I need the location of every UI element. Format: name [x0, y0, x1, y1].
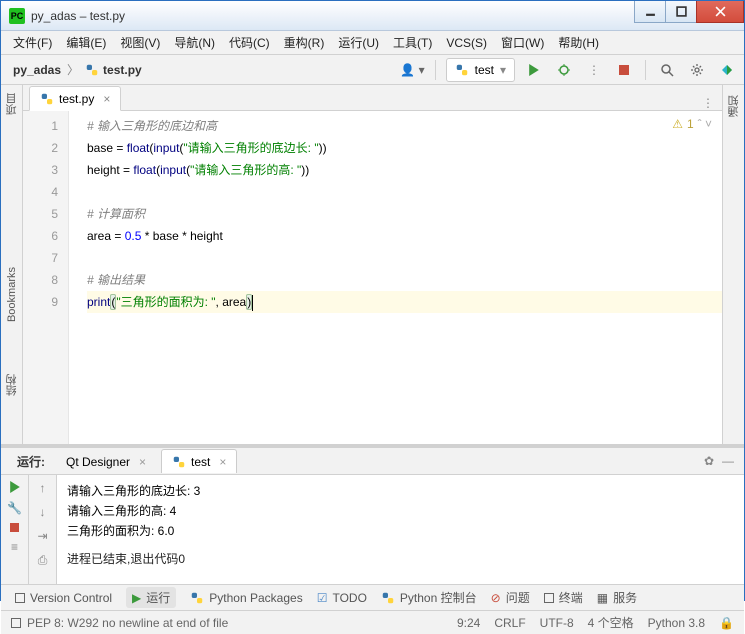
terminal-icon: [544, 593, 554, 603]
menu-nav[interactable]: 导航(N): [174, 34, 215, 51]
navigation-bar: py_adas 〉 test.py 👤 ▾ test ▾ ⋮: [1, 55, 744, 85]
close-button[interactable]: [696, 1, 744, 23]
stop-button[interactable]: [10, 523, 19, 532]
up-icon[interactable]: ↑: [40, 481, 46, 495]
plugin-icon[interactable]: [716, 59, 738, 81]
services-tab[interactable]: ▦服务: [597, 589, 637, 606]
window-title: py_adas – test.py: [31, 9, 635, 23]
breadcrumb-project[interactable]: py_adas: [13, 63, 61, 77]
run-button[interactable]: [523, 59, 545, 81]
console-line: 请输入三角形的底边长: 3: [67, 481, 734, 501]
main-panel: 项目 Bookmarks 结构 test.py × ⋮ 1▸23456789 ⚠…: [1, 85, 744, 444]
run-tab-qtdesigner[interactable]: Qt Designer×: [55, 449, 157, 473]
warning-icon: ⚠: [672, 117, 683, 131]
down-icon[interactable]: ↓: [40, 505, 46, 519]
interpreter[interactable]: Python 3.8: [648, 616, 705, 630]
left-sidebar: 项目 Bookmarks 结构: [1, 85, 23, 444]
bottom-toolbar: Version Control ▶运行 Python Packages ☑TOD…: [1, 584, 744, 610]
editor-tab-testpy[interactable]: test.py ×: [29, 86, 121, 111]
run-icon: ▶: [132, 591, 141, 605]
python-icon: [455, 63, 469, 77]
more-run-button[interactable]: ⋮: [583, 59, 605, 81]
status-bar: PEP 8: W292 no newline at end of file 9:…: [1, 610, 744, 634]
pypackages-tab[interactable]: Python Packages: [190, 591, 302, 605]
encoding[interactable]: UTF-8: [540, 616, 574, 630]
menu-refactor[interactable]: 重构(R): [284, 34, 325, 51]
close-icon[interactable]: ×: [139, 455, 146, 469]
terminal-tab[interactable]: 终端: [544, 589, 583, 606]
editor-tabs: test.py × ⋮: [23, 85, 722, 111]
tab-options-icon[interactable]: ⋮: [694, 96, 722, 110]
close-tab-icon[interactable]: ×: [103, 92, 110, 106]
rerun-button[interactable]: [9, 481, 21, 493]
console-line: 请输入三角形的高: 4: [67, 501, 734, 521]
python-file-icon: [85, 63, 99, 77]
menu-bar: 文件(F) 编辑(E) 视图(V) 导航(N) 代码(C) 重构(R) 运行(U…: [1, 31, 744, 55]
tools-button[interactable]: 🔧: [7, 501, 22, 515]
close-icon[interactable]: ×: [219, 455, 226, 469]
maximize-button[interactable]: [665, 1, 697, 23]
run-tool-window: 运行: Qt Designer× test× ✿ — 🔧 ≡ ↑ ↓ ⇥ ⎙ 请…: [1, 444, 744, 584]
app-icon: PC: [9, 8, 25, 24]
breadcrumb-file[interactable]: test.py: [85, 63, 142, 77]
inspection-badge[interactable]: ⚠1 ˆ ˅: [672, 117, 712, 131]
project-tool-button[interactable]: 项目: [4, 87, 20, 121]
problems-tab[interactable]: ⊘问题: [491, 589, 530, 606]
lock-icon[interactable]: 🔒: [719, 616, 734, 630]
python-icon: [190, 591, 204, 605]
stop-button[interactable]: [613, 59, 635, 81]
user-dropdown[interactable]: 👤 ▾: [400, 63, 424, 77]
pep-warning[interactable]: PEP 8: W292 no newline at end of file: [27, 616, 228, 630]
menu-file[interactable]: 文件(F): [13, 34, 52, 51]
vcs-icon: [15, 593, 25, 603]
text-caret: [252, 295, 253, 311]
minimize-button[interactable]: [634, 1, 666, 23]
python-icon: [381, 591, 395, 605]
pyconsole-tab[interactable]: Python 控制台: [381, 589, 477, 606]
settings-icon[interactable]: ✿: [704, 454, 714, 468]
menu-edit[interactable]: 编辑(E): [66, 34, 106, 51]
run-tab-button[interactable]: ▶运行: [126, 587, 176, 608]
menu-vcs[interactable]: VCS(S): [446, 36, 487, 50]
python-icon: [172, 455, 186, 469]
print-icon[interactable]: ⎙: [38, 553, 48, 568]
problems-icon: ⊘: [491, 591, 501, 605]
menu-run[interactable]: 运行(U): [338, 34, 379, 51]
menu-tools[interactable]: 工具(T): [393, 34, 432, 51]
layout-button[interactable]: ≡: [11, 540, 18, 554]
menu-help[interactable]: 帮助(H): [558, 34, 599, 51]
line-gutter: 1▸23456789: [23, 111, 69, 444]
run-label: 运行:: [11, 453, 51, 470]
toolwindow-toggle-icon[interactable]: [11, 618, 21, 628]
settings-icon[interactable]: [686, 59, 708, 81]
menu-code[interactable]: 代码(C): [229, 34, 270, 51]
breadcrumb-sep: 〉: [67, 61, 79, 78]
bookmarks-tool-button[interactable]: Bookmarks: [6, 261, 18, 328]
console-line: 三角形的面积为: 6.0: [67, 521, 734, 541]
vc-tab[interactable]: Version Control: [15, 591, 112, 605]
caret-position[interactable]: 9:24: [457, 616, 480, 630]
todo-icon: ☑: [317, 591, 328, 605]
code-editor[interactable]: 1▸23456789 ⚠1 ˆ ˅ # 输入三角形的底边和高 base = fl…: [23, 111, 722, 444]
indent[interactable]: 4 个空格: [588, 614, 634, 631]
hide-icon[interactable]: —: [722, 454, 734, 468]
notifications-tool-button[interactable]: 通知: [726, 89, 742, 123]
python-file-icon: [40, 92, 54, 106]
menu-window[interactable]: 窗口(W): [501, 34, 544, 51]
structure-tool-button[interactable]: 结构: [4, 368, 20, 402]
exit-line: 进程已结束,退出代码0: [67, 549, 734, 569]
debug-button[interactable]: [553, 59, 575, 81]
line-sep[interactable]: CRLF: [494, 616, 525, 630]
right-sidebar: 通知: [722, 85, 744, 444]
menu-view[interactable]: 视图(V): [120, 34, 160, 51]
todo-tab[interactable]: ☑TODO: [317, 591, 367, 605]
search-icon[interactable]: [656, 59, 678, 81]
wrap-icon[interactable]: ⇥: [37, 529, 47, 543]
window-titlebar: PC py_adas – test.py: [1, 1, 744, 31]
services-icon: ▦: [597, 591, 608, 605]
console-output[interactable]: 请输入三角形的底边长: 3 请输入三角形的高: 4 三角形的面积为: 6.0 进…: [57, 475, 744, 584]
run-config-selector[interactable]: test ▾: [446, 58, 515, 82]
run-tab-test[interactable]: test×: [161, 449, 237, 473]
